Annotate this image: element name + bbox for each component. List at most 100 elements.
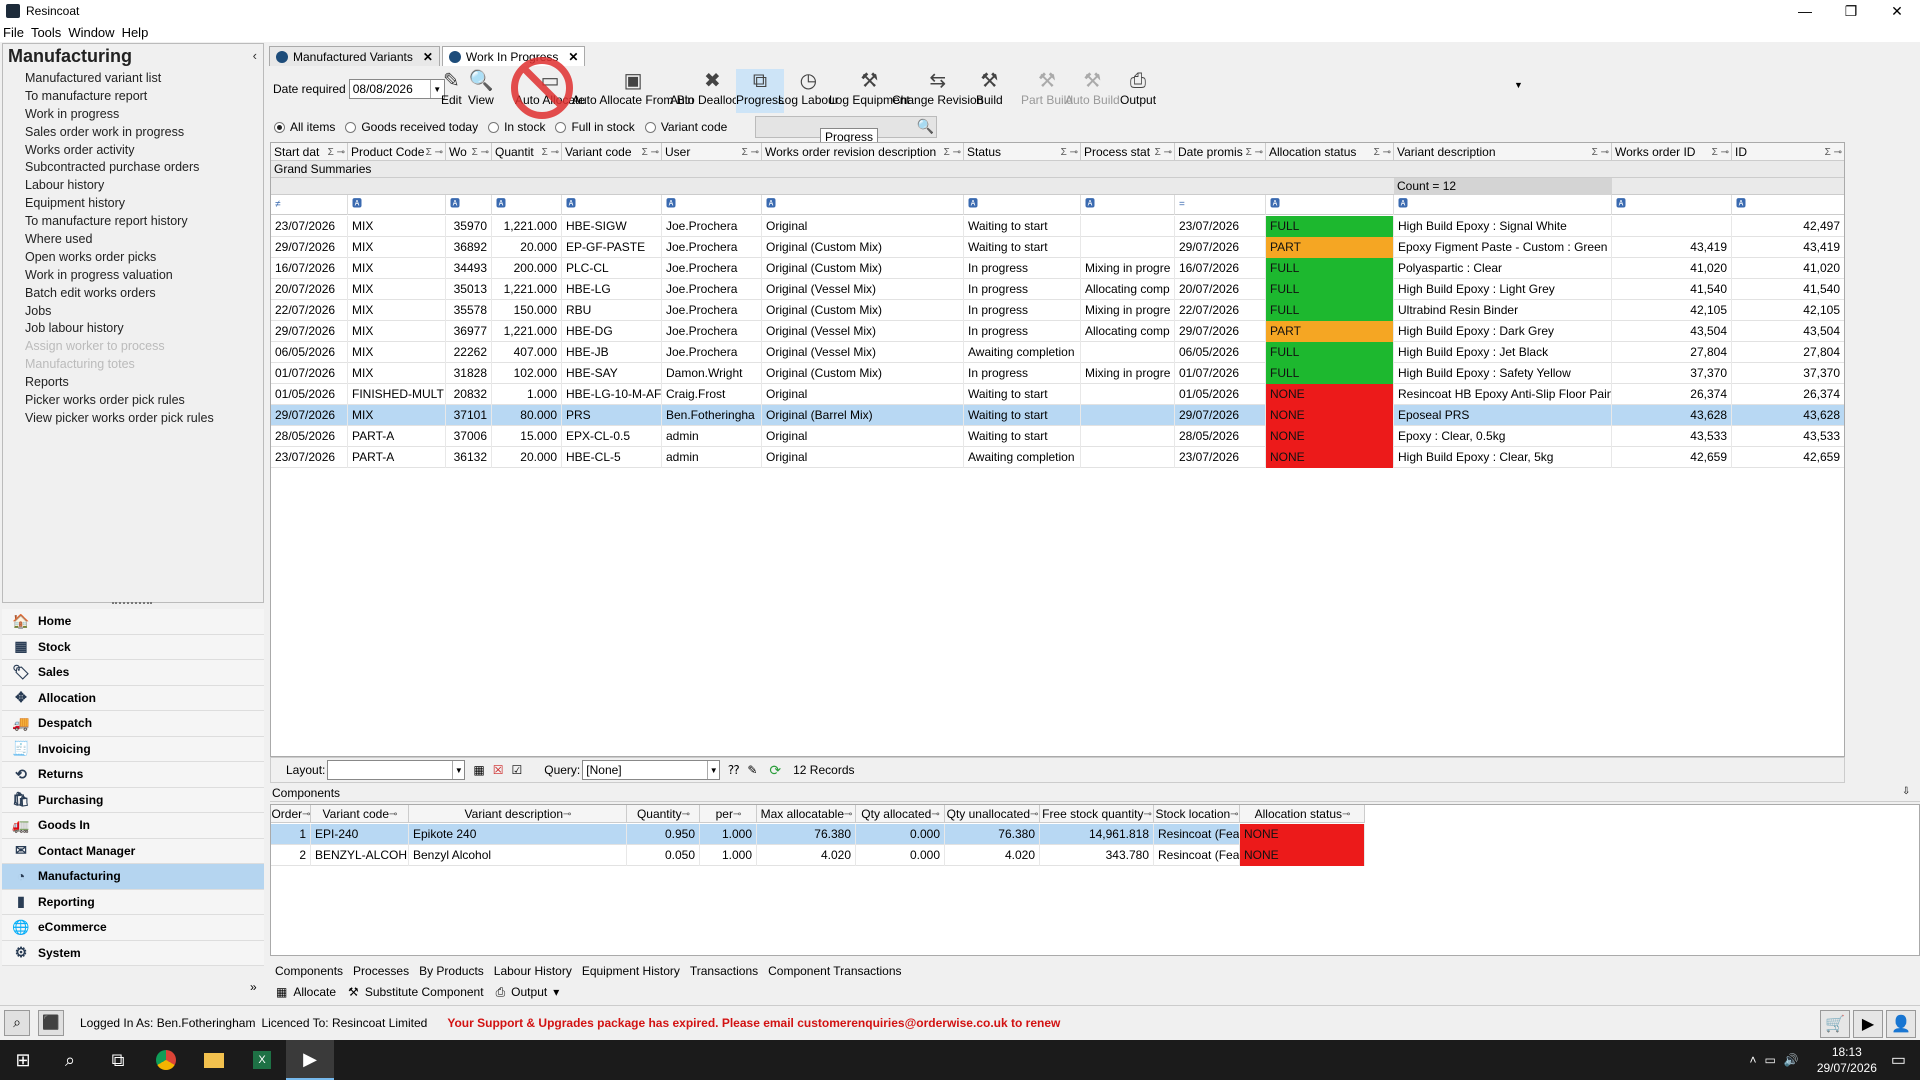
column-header-works-order-id[interactable]: Works order ID Σ ⊸ — [1612, 143, 1732, 161]
column-sort-icon[interactable]: ⊸ — [389, 809, 397, 820]
tab-equipment-history[interactable]: Equipment History — [582, 962, 680, 980]
network-icon[interactable]: ▭ — [1765, 1053, 1776, 1067]
table-row[interactable]: 06/05/2026 MIX 22262 407.000 HBE-JB Joe.Proch… — [271, 342, 1844, 363]
taskbar-search-icon[interactable]: ⌕ — [46, 1040, 94, 1080]
table-row[interactable]: 01/05/2026 FINISHED-MULT 20832 1.000 HBE-LG-… — [271, 384, 1844, 405]
filter-cell[interactable]: 🅰 — [1266, 195, 1394, 215]
table-row[interactable]: 01/07/2026 MIX 31828 102.000 HBE-SAY Damon.Wr… — [271, 363, 1844, 384]
column-summary-icon[interactable]: Σ ⊸ — [1155, 147, 1172, 158]
nav-stock[interactable]: ▦ Stock — [2, 634, 264, 660]
nav-manufacturing[interactable]: ◔ Manufacturing — [2, 864, 264, 890]
filter-cell[interactable]: 🅰 — [492, 195, 562, 215]
tab-processes[interactable]: Processes — [353, 962, 409, 980]
menu-item-job-labour-history[interactable]: Job labour history — [25, 320, 214, 338]
query-help-icon[interactable]: ⁇ — [728, 763, 739, 777]
column-sort-icon[interactable]: ⊸ — [1230, 809, 1238, 820]
filter-cell[interactable]: 🅰 — [662, 195, 762, 215]
chrome-icon[interactable] — [142, 1040, 190, 1080]
radio-all-items[interactable]: All items — [274, 120, 335, 134]
column-summary-icon[interactable]: Σ ⊸ — [642, 147, 659, 158]
column-sort-icon[interactable]: ⊸ — [844, 809, 852, 820]
user-icon[interactable]: 👤 — [1886, 1010, 1916, 1038]
column-sort-icon[interactable]: ⊸ — [302, 809, 310, 820]
allocate-button[interactable]: Allocate — [293, 985, 336, 999]
menu-item-view-picker-works-order-pick-rules[interactable]: View picker works order pick rules — [25, 410, 214, 428]
column-summary-icon[interactable]: Σ ⊸ — [1712, 147, 1729, 158]
menu-item-to-manufacture-report-history[interactable]: To manufacture report history — [25, 213, 214, 231]
filter-cell[interactable]: ≠ — [271, 195, 348, 215]
column-summary-icon[interactable]: Σ ⊸ — [1592, 147, 1609, 158]
component-header-qty-allocated[interactable]: Qty allocated ⊸ — [856, 805, 945, 823]
filter-cell[interactable]: = — [1175, 195, 1266, 215]
column-summary-icon[interactable]: Σ ⊸ — [1061, 147, 1078, 158]
column-header-quantit[interactable]: Quantit Σ ⊸ — [492, 143, 562, 161]
column-sort-icon[interactable]: ⊸ — [931, 809, 939, 820]
panel-splitter[interactable] — [112, 602, 152, 606]
edit-button[interactable]: ✎ Edit — [441, 69, 462, 113]
column-summary-icon[interactable]: Σ ⊸ — [328, 147, 345, 158]
close-button[interactable]: ✕ — [1874, 0, 1920, 22]
column-sort-icon[interactable]: ⊸ — [682, 809, 690, 820]
radio-in-stock[interactable]: In stock — [488, 120, 545, 134]
component-header-allocation-status[interactable]: Allocation status ⊸ — [1240, 805, 1365, 823]
radio-button[interactable] — [555, 121, 567, 133]
tray-chevron-icon[interactable]: ˄ — [1750, 1053, 1757, 1067]
filter-cell[interactable]: 🅰 — [446, 195, 492, 215]
query-select[interactable]: [None] ▼ — [582, 760, 721, 780]
component-row[interactable]: 1 EPI-240 Epikote 240 0.950 1.000 76.380 0.000… — [271, 824, 1365, 845]
filter-cell[interactable]: 🅰 — [1612, 195, 1732, 215]
column-header-product-code[interactable]: Product Code Σ ⊸ — [348, 143, 446, 161]
tab-manufactured-variants[interactable]: Manufactured Variants ✕ — [269, 46, 440, 66]
windows-start-icon[interactable]: ⊞ — [0, 1040, 46, 1080]
box-icon[interactable]: ⬛ — [38, 1009, 64, 1036]
radio-button[interactable] — [345, 121, 357, 133]
filter-cell[interactable]: 🅰 — [762, 195, 964, 215]
user-search-icon[interactable]: ⌕ — [4, 1009, 30, 1036]
menu-item-open-works-order-picks[interactable]: Open works order picks — [25, 249, 214, 267]
refresh-icon[interactable]: ⟳ — [769, 762, 781, 779]
component-header-max-allocatable[interactable]: Max allocatable ⊸ — [757, 805, 856, 823]
column-sort-icon[interactable]: ⊸ — [733, 809, 741, 820]
file-explorer-icon[interactable] — [190, 1040, 238, 1080]
column-summary-icon[interactable]: Σ ⊸ — [1825, 147, 1842, 158]
menu-help[interactable]: Help — [122, 25, 149, 40]
column-sort-icon[interactable]: ⊸ — [563, 809, 571, 820]
tab-labour-history[interactable]: Labour History — [494, 962, 572, 980]
save-layout-icon[interactable]: ▦ — [473, 763, 484, 777]
tab-work-in-progress[interactable]: Work In Progress ✕ — [441, 46, 586, 66]
nav-more-icon[interactable]: » — [250, 980, 257, 994]
output-button[interactable]: Output — [511, 985, 547, 999]
nav-system[interactable]: ⚙ System — [2, 940, 264, 966]
component-header-order[interactable]: Order ⊸ — [271, 805, 311, 823]
column-header-variant-code[interactable]: Variant code Σ ⊸ — [562, 143, 662, 161]
column-header-id[interactable]: ID Σ ⊸ — [1732, 143, 1844, 161]
column-header-date-promis[interactable]: Date promis Σ ⊸ — [1175, 143, 1266, 161]
component-header-free-stock-quantity[interactable]: Free stock quantity ⊸ — [1040, 805, 1154, 823]
volume-icon[interactable]: 🔊 — [1784, 1053, 1799, 1067]
column-sort-icon[interactable]: ⊸ — [1030, 809, 1038, 820]
menu-item-subcontracted-purchase-orders[interactable]: Subcontracted purchase orders — [25, 159, 214, 177]
table-row[interactable]: 29/07/2026 MIX 36892 20.000 EP-GF-PASTE Joe.P… — [271, 237, 1844, 258]
play-icon[interactable]: ▶ — [1853, 1010, 1883, 1038]
nav-ecommerce[interactable]: 🌐 eCommerce — [2, 915, 264, 941]
tab-by-products[interactable]: By Products — [419, 962, 484, 980]
menu-item-manufactured-variant-list[interactable]: Manufactured variant list — [25, 70, 214, 88]
menu-tools[interactable]: Tools — [31, 25, 61, 40]
query-edit-icon[interactable]: ✎ — [747, 763, 757, 777]
column-header-wo[interactable]: Wo Σ ⊸ — [446, 143, 492, 161]
clock[interactable]: 18:13 29/07/2026 — [1817, 1044, 1877, 1076]
notifications-icon[interactable]: ▭ — [1891, 1050, 1906, 1070]
menu-item-reports[interactable]: Reports — [25, 374, 214, 392]
progress-button[interactable]: ⧉ Progress — [736, 69, 785, 113]
tab-close-icon[interactable]: ✕ — [568, 50, 578, 64]
column-summary-icon[interactable]: Σ ⊸ — [1374, 147, 1391, 158]
menu-item-picker-works-order-pick-rules[interactable]: Picker works order pick rules — [25, 392, 214, 410]
task-view-icon[interactable]: ⧉ — [94, 1040, 142, 1080]
component-header-per[interactable]: per ⊸ — [700, 805, 757, 823]
menu-file[interactable]: File — [3, 25, 24, 40]
menu-item-equipment-history[interactable]: Equipment history — [25, 195, 214, 213]
component-header-quantity[interactable]: Quantity ⊸ — [627, 805, 700, 823]
radio-button[interactable] — [644, 121, 656, 133]
cart-icon[interactable]: 🛒 — [1820, 1010, 1850, 1038]
nav-home[interactable]: 🏠 Home — [2, 609, 264, 635]
